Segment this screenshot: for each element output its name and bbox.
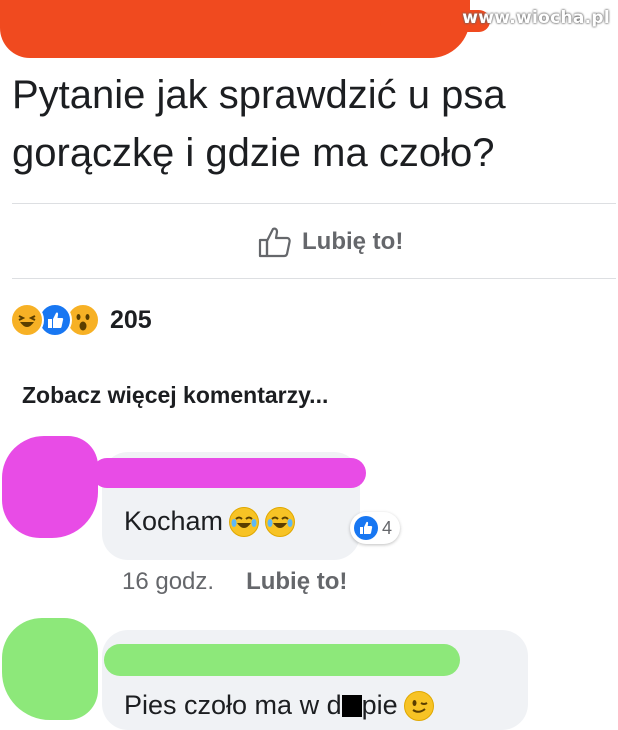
comment-like-button[interactable]: Lubię to! (246, 568, 347, 596)
post-text-line-2: gorączkę i gdzie ma czoło? (12, 131, 495, 175)
comment-timestamp[interactable]: 16 godz. (122, 568, 214, 596)
comment-like-count: 4 (382, 517, 393, 538)
thumbs-up-icon (258, 227, 291, 258)
post-text: Pytanie jak sprawdzić u psa gorączkę i g… (12, 66, 612, 182)
censor-block (341, 694, 362, 717)
avatar-redacted (2, 618, 98, 720)
post-text-line-1: Pytanie jak sprawdzić u psa (12, 73, 506, 117)
like-button-label: Lubię to! (302, 228, 404, 255)
divider-bottom (12, 278, 616, 279)
laughing-tears-icon (265, 506, 296, 537)
comment-text-before-censor: Pies czoło ma w d (124, 690, 342, 720)
wink-icon (403, 690, 434, 721)
author-name-redacted (104, 644, 460, 676)
haha-icon (10, 303, 44, 337)
comment-text-label: Kocham (124, 506, 224, 536)
watermark: www.wiocha.pl (462, 8, 610, 28)
comment-text: Pies czoło ma w d pie (124, 690, 434, 721)
avatar-redacted (2, 436, 98, 538)
divider-top (12, 203, 616, 204)
view-more-comments-link[interactable]: Zobacz więcej komentarzy... (22, 382, 328, 409)
comment-meta: 16 godz. Lubię to! (122, 568, 347, 596)
like-icon (354, 516, 378, 540)
reaction-count: 205 (110, 305, 152, 334)
author-name-redacted (92, 458, 366, 488)
reactions-summary[interactable]: 205 (10, 302, 152, 338)
comment-reaction-pill[interactable]: 4 (350, 512, 401, 544)
laughing-tears-icon (229, 506, 260, 537)
comment-text: Kocham (124, 506, 296, 537)
like-button[interactable]: Lubię to! (258, 222, 403, 262)
comment-text-after-censor: pie (361, 690, 398, 720)
